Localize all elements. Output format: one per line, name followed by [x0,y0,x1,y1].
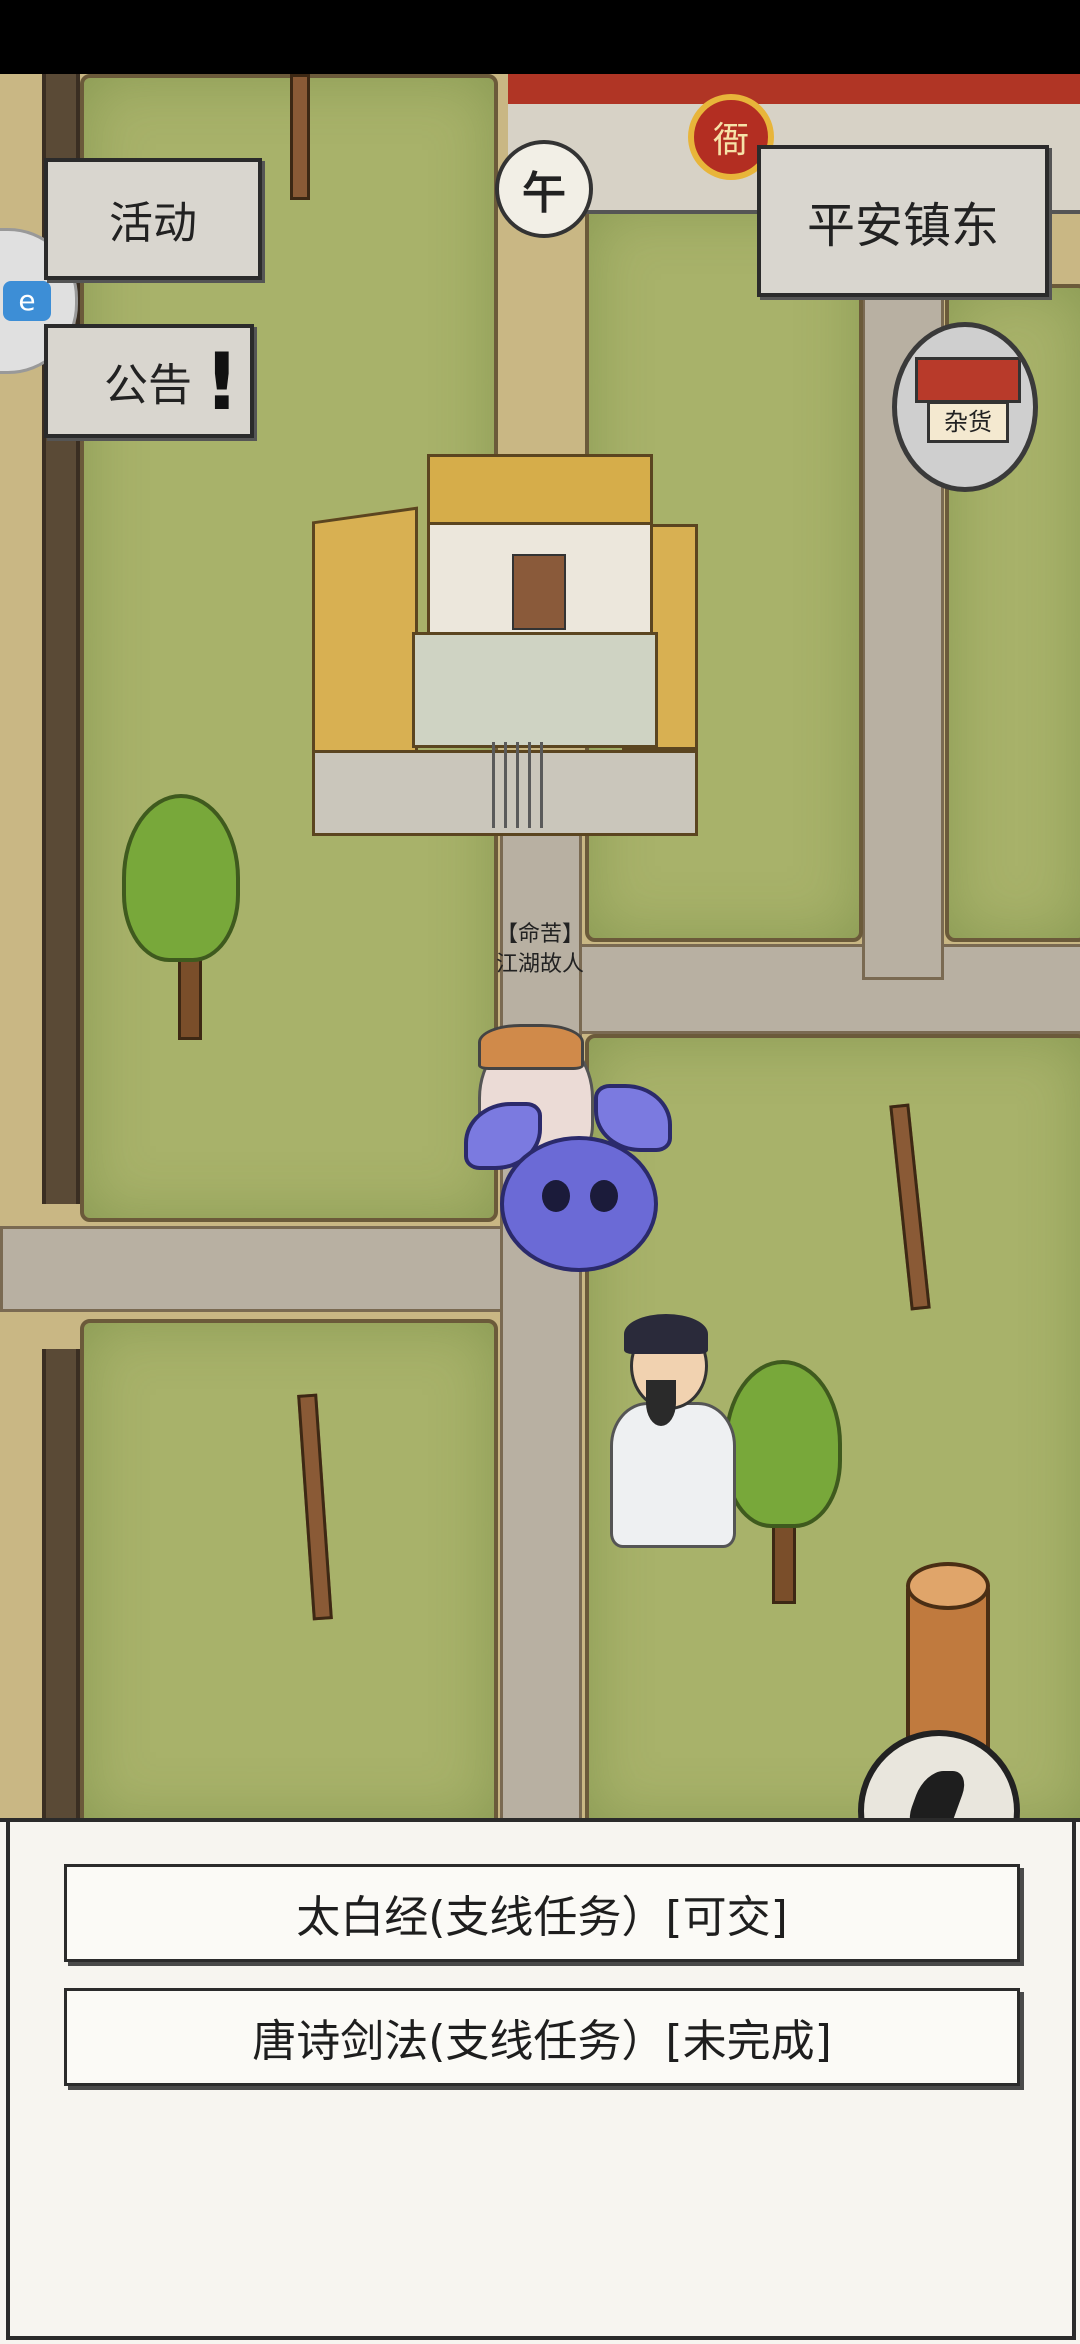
dead-tree-top [290,74,310,200]
farmhouse-door[interactable] [512,554,566,630]
farmhouse-gate[interactable] [492,742,552,828]
alert-icon: ! [204,338,240,428]
pet-cat-dragon[interactable] [500,1136,658,1272]
road-horizontal-lower [0,1226,526,1312]
quest-label: 唐诗剑法(支线任务）[未完成] [252,2016,832,2067]
player-character[interactable] [590,1314,740,1552]
npc-tiger-hat [478,1024,584,1070]
farmhouse[interactable] [312,454,698,840]
quest-item[interactable]: 太白经(支线任务）[可交] [64,1864,1020,1962]
quest-panel: 太白经(支线任务）[可交] 唐诗剑法(支线任务）[未完成] [0,1818,1080,2344]
location-label: 平安镇东 [806,198,999,254]
npc-name: 江湖故人 [495,952,584,977]
announcement-label: 公告 [104,360,192,411]
activity-button[interactable]: 活动 [44,158,262,280]
general-store-icon[interactable]: 杂货 [892,322,1038,492]
general-store-label: 杂货 [927,401,1009,443]
activity-label: 活动 [109,198,197,249]
quest-item[interactable]: 唐诗剑法(支线任务）[未完成] [64,1988,1020,2086]
announcement-button[interactable]: 公告 ! [44,324,254,438]
npc-nameplate: 【命苦】 江湖故人 [470,920,610,980]
npc-title: 【命苦】 [495,922,584,947]
location-button[interactable]: 平安镇东 [757,145,1049,297]
status-bar [0,0,1080,74]
grass-plot-left-lower [80,1319,498,1820]
time-of-day-badge: 午 [495,140,593,238]
tree-right [724,1360,842,1528]
town-wall-lower [42,1349,80,1820]
quest-label: 太白经(支线任务）[可交] [296,1892,788,1943]
tree-left [122,794,240,962]
side-tab-icon: e [3,281,51,321]
